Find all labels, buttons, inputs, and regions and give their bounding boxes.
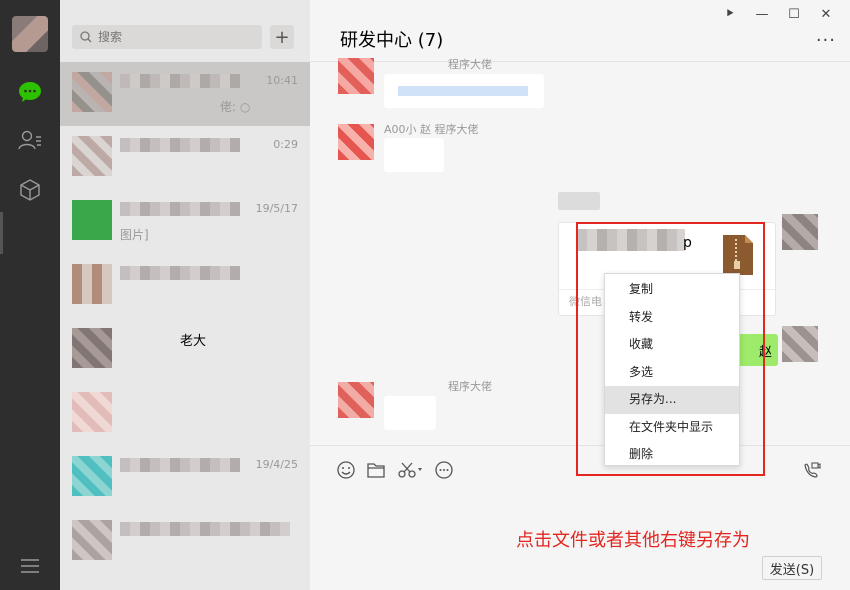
search-box[interactable] <box>72 25 262 49</box>
conversation-name <box>120 458 240 472</box>
conversation-item[interactable]: 0:29 <box>60 126 310 190</box>
sender-name: 程序大佬 <box>448 58 492 71</box>
avatar <box>338 58 374 94</box>
menu-item-forward[interactable]: 转发 <box>605 304 739 332</box>
menu-icon[interactable] <box>18 554 42 578</box>
sender-name: 程序大佬 <box>448 380 492 393</box>
conversation-item[interactable] <box>60 382 310 446</box>
user-avatar[interactable] <box>12 16 48 52</box>
avatar <box>72 200 112 240</box>
sender-name: A00小 赵 程序大佬 <box>384 123 479 136</box>
more-button[interactable]: ··· <box>816 30 836 51</box>
conversation-time: 19/5/17 <box>255 202 298 215</box>
add-chat-button[interactable]: + <box>270 25 294 49</box>
collections-icon[interactable] <box>18 178 42 202</box>
avatar <box>72 136 112 176</box>
menu-item-save-as[interactable]: 另存为... <box>605 386 739 414</box>
conversation-name: 老大 <box>180 334 207 349</box>
conversation-list: + 10:41 佬: ○ 0:29 19/5/17 图片] 老大 <box>60 0 310 590</box>
conversation-item[interactable]: 老大 <box>60 318 310 382</box>
conversation-preview: 佬: ○ <box>220 100 251 114</box>
avatar <box>72 72 112 112</box>
wechat-window: + 10:41 佬: ○ 0:29 19/5/17 图片] 老大 <box>0 0 850 590</box>
send-button[interactable]: 发送(S) <box>762 556 822 580</box>
avatar <box>338 124 374 160</box>
blurred-link <box>398 86 528 96</box>
avatar <box>72 456 112 496</box>
conversation-item[interactable]: 19/4/25 <box>60 446 310 510</box>
search-icon <box>80 31 92 43</box>
chat-icon[interactable] <box>18 80 42 104</box>
conversation-name <box>120 266 240 280</box>
chat-history-icon[interactable] <box>434 460 454 480</box>
avatar <box>72 520 112 560</box>
conversation-item[interactable]: 10:41 佬: ○ <box>60 62 310 126</box>
conversation-time: 0:29 <box>273 138 298 151</box>
chat-title: 研发中心 (7) <box>340 30 444 51</box>
folder-icon[interactable] <box>366 460 386 480</box>
avatar <box>72 328 112 368</box>
maximize-button[interactable]: ☐ <box>778 4 810 24</box>
conversation-name <box>120 202 240 216</box>
context-menu: 复制 转发 收藏 多选 另存为... 在文件夹中显示 删除 <box>604 273 740 466</box>
avatar <box>72 264 112 304</box>
menu-item-show-in-folder[interactable]: 在文件夹中显示 <box>605 414 739 442</box>
close-button[interactable]: ✕ <box>810 4 842 24</box>
message-bubble[interactable] <box>384 396 436 430</box>
time-divider <box>558 192 600 210</box>
conversation-name <box>120 522 290 536</box>
menu-item-multi-select[interactable]: 多选 <box>605 359 739 387</box>
menu-item-copy[interactable]: 复制 <box>605 276 739 304</box>
conversation-item[interactable] <box>60 510 310 574</box>
avatar <box>782 214 818 250</box>
message-bubble[interactable] <box>384 74 544 108</box>
conversation-preview: 图片] <box>120 228 149 242</box>
search-input[interactable] <box>98 30 248 44</box>
conversation-time: 19/4/25 <box>255 458 298 471</box>
minimize-button[interactable]: — <box>746 4 778 24</box>
conversation-time: 10:41 <box>266 74 298 87</box>
contacts-icon[interactable] <box>18 128 42 152</box>
window-controls: ⯈ — ☐ ✕ <box>714 4 842 24</box>
instruction-annotation: 点击文件或者其他右键另存为 <box>516 530 750 551</box>
screenshot-icon[interactable] <box>398 460 424 480</box>
conversation-name <box>120 74 240 88</box>
conversation-item[interactable] <box>60 254 310 318</box>
conversation-item[interactable]: 19/5/17 图片] <box>60 190 310 254</box>
nav-indicator <box>0 212 3 254</box>
left-nav <box>0 0 60 590</box>
chat-header: 研发中心 (7) ⯈ — ☐ ✕ ··· <box>310 0 850 62</box>
menu-item-delete[interactable]: 删除 <box>605 441 739 469</box>
avatar <box>782 326 818 362</box>
conversation-name <box>120 138 240 152</box>
pin-button[interactable]: ⯈ <box>714 4 746 24</box>
video-call-icon[interactable] <box>802 460 822 480</box>
emoji-icon[interactable] <box>336 460 356 480</box>
message-bubble[interactable] <box>384 138 444 172</box>
menu-item-favorite[interactable]: 收藏 <box>605 331 739 359</box>
avatar <box>338 382 374 418</box>
avatar <box>72 392 112 432</box>
